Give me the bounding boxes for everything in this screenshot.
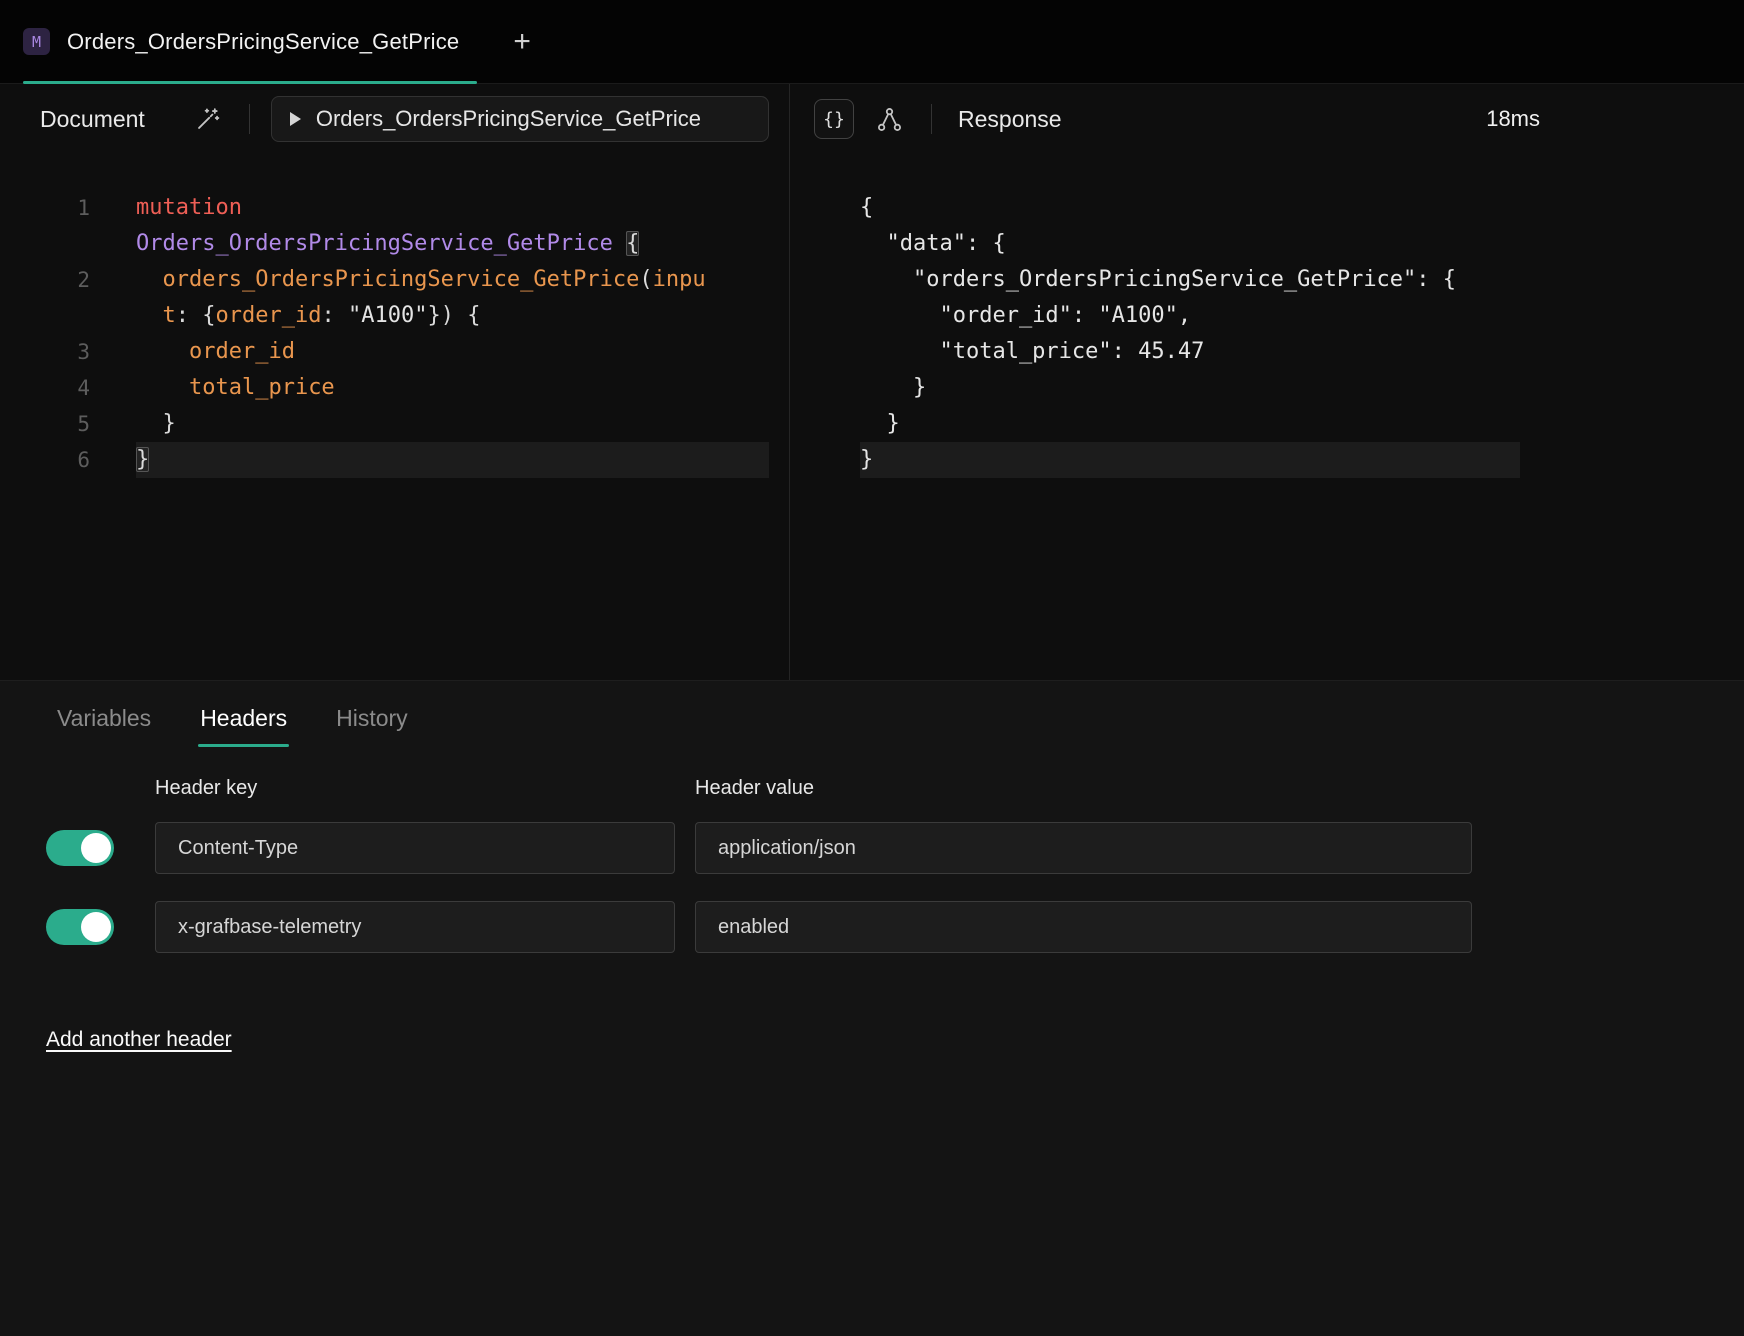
response-body: { "data": { "orders_OrdersPricingService… — [790, 154, 1744, 478]
toggle-knob — [81, 912, 111, 942]
document-panel: Document Orders_OrdersPricingService_Get… — [0, 84, 790, 680]
header-key-input[interactable] — [155, 822, 675, 874]
code-line-content[interactable]: t: {order_id: "A100"}) { — [136, 298, 769, 334]
code-line-content[interactable]: Orders_OrdersPricingService_GetPrice { — [136, 226, 769, 262]
header-key-label: Header key — [155, 777, 695, 800]
code-token — [136, 267, 163, 292]
line-number — [0, 298, 90, 334]
document-editor[interactable]: 1 mutation Orders_OrdersPricingService_Get… — [0, 154, 789, 478]
code-token: orders_OrdersPricingService_GetPrice — [163, 267, 640, 292]
response-line: } — [860, 442, 1520, 478]
code-token: : — [321, 303, 348, 328]
document-header: Document Orders_OrdersPricingService_Get… — [0, 84, 789, 154]
response-line: "orders_OrdersPricingService_GetPrice": … — [860, 262, 1520, 298]
response-line: { — [860, 190, 1520, 226]
bottom-panel: Variables Headers History Header key Heade… — [0, 680, 1744, 1336]
response-header: {} Response 18ms — [790, 84, 1744, 154]
toggle-knob — [81, 833, 111, 863]
header-rows — [46, 822, 1698, 953]
response-line: } — [860, 406, 1520, 442]
response-line: "data": { — [860, 226, 1520, 262]
code-line-content[interactable]: orders_OrdersPricingService_GetPrice(inp… — [136, 262, 769, 298]
header-enabled-toggle[interactable] — [46, 909, 114, 945]
header-separator — [249, 104, 250, 134]
header-enabled-toggle[interactable] — [46, 830, 114, 866]
prettify-wand-icon[interactable] — [194, 106, 221, 133]
response-line: "total_price": 45.47 — [860, 334, 1520, 370]
header-value-label: Header value — [695, 777, 814, 800]
header-value-input[interactable] — [695, 822, 1472, 874]
code-token — [136, 339, 189, 364]
header-value-input[interactable] — [695, 901, 1472, 953]
code-token: total_price — [189, 375, 335, 400]
code-line-content[interactable]: order_id — [136, 334, 769, 370]
code-line-content[interactable]: total_price — [136, 370, 769, 406]
operation-name-label: Orders_OrdersPricingService_GetPrice — [316, 106, 701, 132]
line-number: 3 — [0, 334, 90, 370]
response-line: "order_id": "A100", — [860, 298, 1520, 334]
column-labels: Header key Header value — [155, 777, 1698, 800]
mutation-badge: M — [23, 28, 50, 55]
code-token: order_id — [216, 303, 322, 328]
code-line[interactable]: 3 order_id — [0, 334, 789, 370]
tab-variables[interactable]: Variables — [55, 689, 153, 747]
code-token: "A100" — [348, 303, 427, 328]
code-token: : { — [176, 303, 216, 328]
line-number: 1 — [0, 190, 90, 226]
code-token — [136, 375, 189, 400]
code-token — [136, 303, 163, 328]
line-number: 2 — [0, 262, 90, 298]
code-token: inpu — [653, 267, 706, 292]
code-line[interactable]: 6} — [0, 442, 789, 478]
code-line[interactable]: Orders_OrdersPricingService_GetPrice { — [0, 226, 789, 262]
code-line-content[interactable]: } — [136, 406, 769, 442]
header-separator — [931, 104, 932, 134]
code-token: } — [136, 447, 149, 472]
line-number: 5 — [0, 406, 90, 442]
code-line[interactable]: 5 } — [0, 406, 789, 442]
tab-orders-getprice[interactable]: M Orders_OrdersPricingService_GetPrice — [23, 0, 477, 83]
tab-bar: M Orders_OrdersPricingService_GetPrice + — [0, 0, 1744, 84]
line-number — [0, 226, 90, 262]
header-row — [46, 901, 1698, 953]
code-token — [613, 231, 626, 256]
active-tab-underline — [23, 81, 477, 84]
code-token: order_id — [189, 339, 295, 364]
code-line[interactable]: t: {order_id: "A100"}) { — [0, 298, 789, 334]
json-view-icon[interactable]: {} — [814, 99, 854, 139]
latency-badge: 18ms — [1486, 106, 1540, 132]
tab-headers[interactable]: Headers — [198, 689, 289, 747]
code-token: }) { — [427, 303, 480, 328]
code-token: ( — [639, 267, 652, 292]
code-line[interactable]: 2 orders_OrdersPricingService_GetPrice(i… — [0, 262, 789, 298]
main-split: Document Orders_OrdersPricingService_Get… — [0, 84, 1744, 680]
code-line-content[interactable]: } — [136, 442, 769, 478]
response-panel: {} Response 18ms { "data": { "orders_Ord… — [790, 84, 1744, 680]
document-title: Document — [40, 106, 145, 133]
tab-title: Orders_OrdersPricingService_GetPrice — [67, 29, 459, 55]
code-token: mutation — [136, 195, 242, 220]
code-token: } — [136, 411, 176, 436]
code-line-content[interactable]: mutation — [136, 190, 769, 226]
add-header-link[interactable]: Add another header — [46, 1028, 232, 1052]
code-token: Orders_OrdersPricingService_GetPrice — [136, 231, 613, 256]
header-row — [46, 822, 1698, 874]
app: M Orders_OrdersPricingService_GetPrice +… — [0, 0, 1744, 1336]
header-key-input[interactable] — [155, 901, 675, 953]
code-token: t — [163, 303, 176, 328]
code-line[interactable]: 1 mutation — [0, 190, 789, 226]
code-line[interactable]: 4 total_price — [0, 370, 789, 406]
line-number: 6 — [0, 442, 90, 478]
bottom-tabs: Variables Headers History — [55, 681, 1698, 747]
line-number: 4 — [0, 370, 90, 406]
code-token: { — [626, 231, 639, 256]
run-operation-button[interactable]: Orders_OrdersPricingService_GetPrice — [271, 96, 769, 142]
play-icon — [290, 112, 301, 126]
response-title: Response — [958, 106, 1062, 133]
new-tab-button[interactable]: + — [513, 27, 531, 57]
response-line: } — [860, 370, 1520, 406]
tab-history[interactable]: History — [334, 689, 410, 747]
schema-graph-icon[interactable] — [876, 106, 903, 133]
